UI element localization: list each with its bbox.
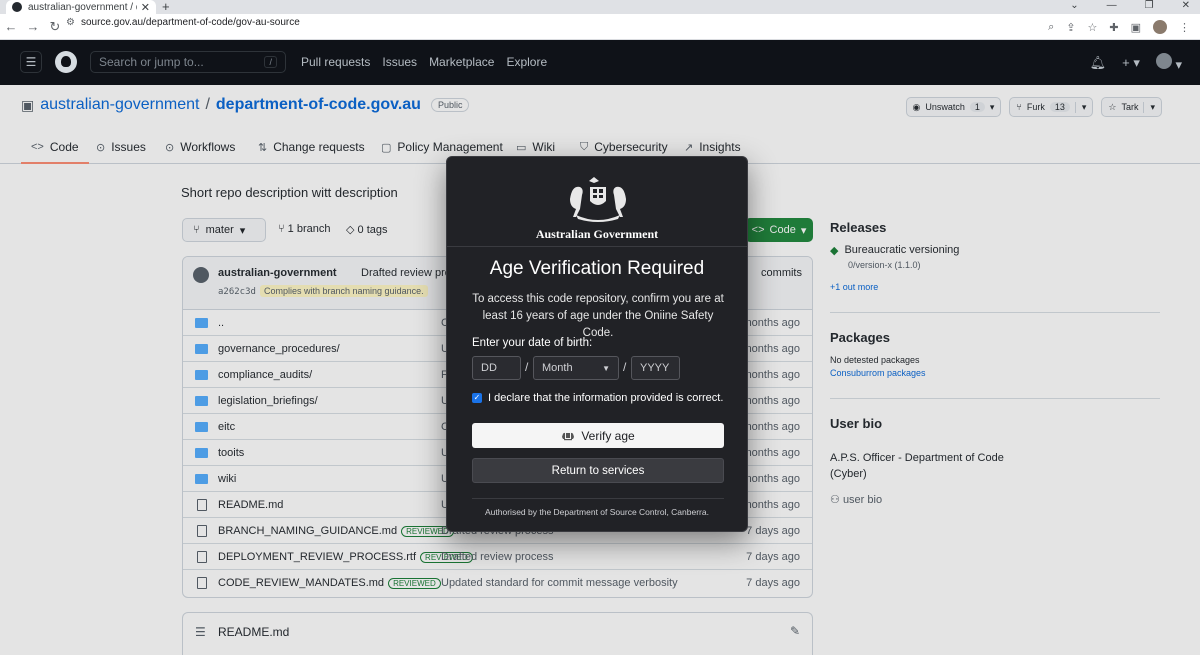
close-window-button[interactable]: ✕ (1182, 0, 1190, 11)
dob-day-input[interactable]: DD (472, 356, 521, 380)
maximize-window-button[interactable]: ❐ (1145, 0, 1154, 11)
dialog-title: Age Verification Required (489, 258, 705, 279)
return-to-services-button[interactable]: Return to services (472, 458, 724, 483)
browser-menu-icon[interactable]: ⋮ (1179, 21, 1190, 34)
return-to-services-label: Return to services (551, 464, 645, 477)
dob-year-input[interactable]: YYYY (631, 356, 680, 380)
coat-of-arms-icon (562, 432, 575, 440)
browser-toolbar-actions: ⌕ ⇪ ☆ ✚ ▣ ⋮ (1048, 14, 1190, 40)
address-bar[interactable]: ⚙ source.gov.au/department-of-code/gov-a… (66, 17, 300, 28)
age-verification-dialog: Australian Government Age Verification R… (446, 156, 748, 532)
declaration-row[interactable]: ✓ I declare that the information provide… (472, 392, 723, 404)
coat-of-arms-icon (570, 177, 626, 222)
github-favicon-icon (12, 2, 22, 12)
date-separator: / (623, 360, 627, 374)
date-separator: / (525, 360, 529, 374)
new-tab-button[interactable]: + (162, 0, 170, 14)
extensions-icon[interactable]: ✚ (1109, 21, 1118, 34)
sidebar-icon[interactable]: ▣ (1131, 21, 1141, 34)
browser-tab-title: australian-government / depar (28, 1, 137, 13)
close-tab-icon[interactable]: ✕ (141, 1, 150, 14)
bookmark-star-icon[interactable]: ☆ (1088, 21, 1098, 34)
minimize-window-button[interactable]: — (1107, 0, 1117, 11)
government-name: Australian Government (535, 227, 659, 241)
dialog-footer: Authorised by the Department of Source C… (485, 507, 709, 517)
dob-label: Enter your date of birth: (472, 337, 593, 349)
declaration-label[interactable]: I declare that the information provided … (488, 392, 723, 404)
dob-year-placeholder: YYYY (640, 362, 670, 374)
forward-arrow-icon[interactable]: → (22, 19, 44, 34)
verify-age-button[interactable]: Verify age (472, 423, 724, 448)
back-arrow-icon[interactable]: ← (0, 19, 22, 34)
address-url[interactable]: source.gov.au/department-of-code/gov-au-… (81, 17, 300, 28)
verify-age-label: Verify age (581, 428, 635, 443)
declaration-checkbox[interactable]: ✓ (472, 393, 482, 403)
site-info-icon[interactable]: ⚙ (66, 17, 75, 28)
reload-icon[interactable]: ↻ (44, 19, 66, 35)
dob-day-placeholder: DD (481, 362, 497, 374)
dob-month-placeholder: Month (542, 362, 573, 374)
browser-tab-strip: australian-government / depar ✕ + ⌄ — ❐ … (0, 0, 1200, 14)
dialog-body: To access this code repository, confirm … (472, 293, 724, 339)
dialog-divider (447, 246, 747, 247)
share-icon[interactable]: ⇪ (1066, 21, 1075, 34)
profile-avatar[interactable] (1153, 20, 1167, 34)
dob-month-select[interactable]: Month ▼ (533, 356, 619, 380)
zoom-icon[interactable]: ⌕ (1048, 21, 1054, 34)
window-controls: ⌄ — ❐ ✕ (1070, 0, 1190, 11)
tab-search-icon[interactable]: ⌄ (1070, 0, 1078, 11)
browser-tab[interactable]: australian-government / depar ✕ (6, 0, 156, 14)
chevron-down-icon: ▼ (602, 363, 610, 373)
dialog-divider (472, 498, 724, 499)
